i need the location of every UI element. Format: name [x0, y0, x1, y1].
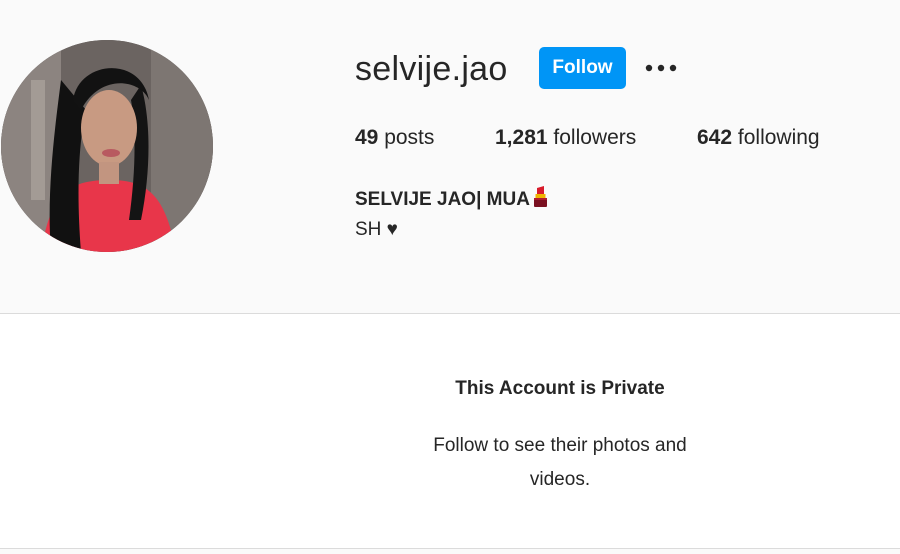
avatar[interactable]: [1, 40, 213, 252]
bio: SH ♥: [355, 219, 398, 240]
more-options-icon[interactable]: [642, 58, 680, 78]
posts-count-label: posts: [384, 126, 435, 149]
posts-count-value: 49: [355, 126, 379, 149]
footer-strip: [0, 549, 900, 554]
followers-count-label: followers: [553, 126, 637, 149]
following-count-value: 642: [697, 126, 733, 149]
followers-count-value: 1,281: [495, 126, 548, 149]
follow-button[interactable]: Follow: [539, 47, 626, 89]
following-count-label: following: [737, 126, 820, 149]
avatar-image: [1, 40, 213, 252]
full-name: SELVIJE JAO| MUA: [355, 186, 551, 214]
posts-count: 49 posts: [355, 126, 434, 150]
private-account-subtitle: Follow to see their photos and videos.: [433, 435, 687, 490]
followers-count[interactable]: 1,281 followers: [495, 126, 636, 150]
profile-header: selvije.jao Follow 49 posts 1,281 follow…: [0, 0, 900, 312]
username: selvije.jao: [355, 50, 508, 88]
full-name-text: SELVIJE JAO| MUA: [355, 189, 530, 210]
private-account-title: This Account is Private: [455, 378, 665, 399]
lipstick-icon: [531, 186, 551, 214]
private-account-panel: This Account is Private Follow to see th…: [0, 314, 900, 548]
following-count[interactable]: 642 following: [697, 126, 820, 150]
